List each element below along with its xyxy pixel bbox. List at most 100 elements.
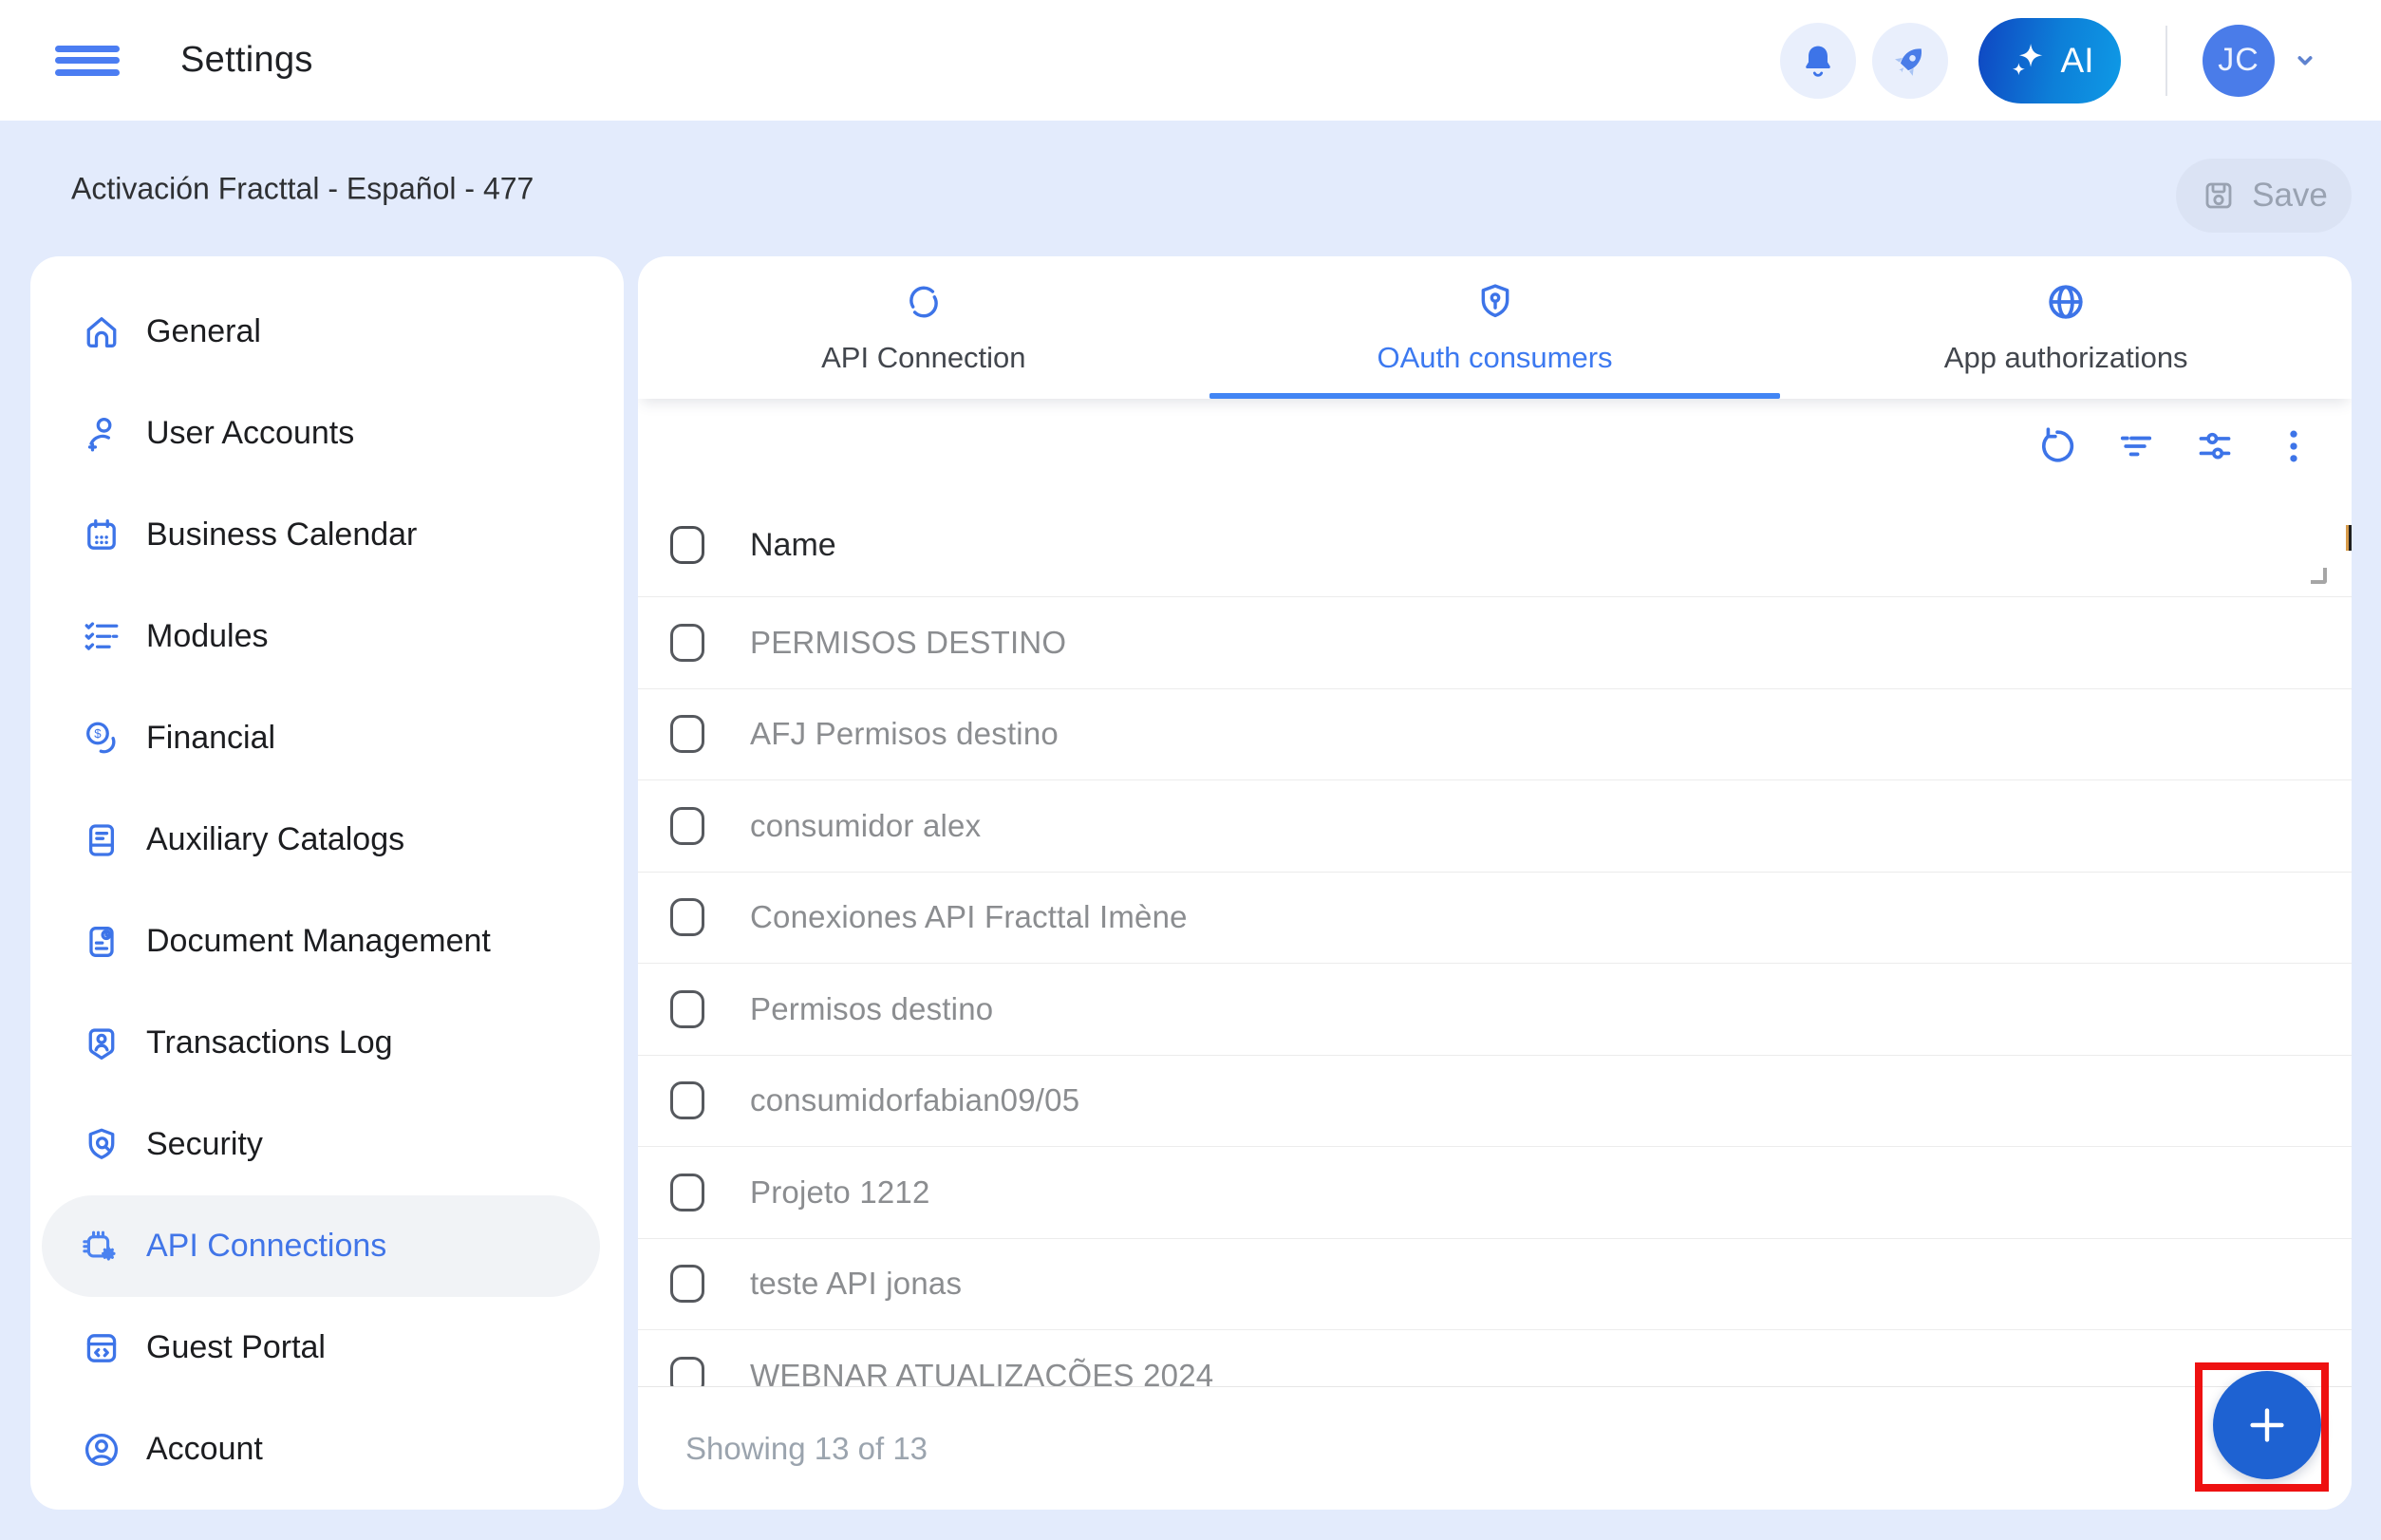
tab-api-connection[interactable]: API Connection (638, 256, 1209, 399)
resize-handle[interactable] (2311, 568, 2327, 584)
sidebar-item-user-accounts[interactable]: User Accounts (42, 383, 600, 484)
sidebar-item-label: Business Calendar (146, 516, 418, 553)
user-menu[interactable]: JC (2203, 24, 2324, 97)
sidebar-item-label: Financial (146, 720, 276, 756)
svg-text:$: $ (94, 725, 102, 740)
sidebar-item-label: Guest Portal (146, 1329, 326, 1365)
save-button-label: Save (2252, 177, 2328, 214)
refresh-icon[interactable] (2035, 424, 2079, 468)
sidebar-item-label: User Accounts (146, 415, 355, 451)
plus-icon (2240, 1399, 2294, 1452)
table-header: Name (638, 494, 2352, 596)
sidebar-item-label: Security (146, 1126, 263, 1162)
chevron-down-icon (2286, 42, 2324, 80)
table-footer: Showing 13 of 13 (638, 1386, 2352, 1510)
ai-assistant-button[interactable]: AI (1978, 17, 2121, 103)
sidebar-item-business-calendar[interactable]: Business Calendar (42, 484, 600, 586)
row-checkbox[interactable] (670, 1081, 704, 1120)
catalog-icon (81, 819, 122, 861)
api-chip-icon (81, 1226, 122, 1268)
sliders-icon[interactable] (2193, 424, 2237, 468)
sidebar-item-label: API Connections (146, 1228, 387, 1264)
shield-search-icon (81, 1124, 122, 1166)
notifications-button[interactable] (1780, 22, 1856, 99)
row-checkbox[interactable] (670, 989, 704, 1028)
row-name: Permisos destino (750, 990, 994, 1026)
row-name: Conexiones API Fracttal Imène (750, 899, 1188, 935)
kebab-menu-icon[interactable] (2272, 424, 2315, 468)
ai-button-label: AI (2060, 40, 2094, 80)
sidebar-item-modules[interactable]: Modules (42, 586, 600, 687)
table-row[interactable]: Projeto 1212 (638, 1146, 2352, 1238)
table-row[interactable]: AFJ Permisos destino (638, 687, 2352, 780)
row-name: AFJ Permisos destino (750, 716, 1059, 752)
sidebar-item-document-management[interactable]: Document Management (42, 891, 600, 992)
page-title: Settings (180, 40, 313, 80)
sidebar-item-financial[interactable]: $ Financial (42, 687, 600, 789)
sidebar-item-label: Document Management (146, 923, 491, 959)
add-button[interactable] (2213, 1371, 2321, 1479)
row-name: teste API jonas (750, 1266, 963, 1302)
breadcrumb: Activación Fracttal - Español - 477 (71, 171, 534, 205)
avatar: JC (2203, 24, 2275, 97)
row-checkbox[interactable] (670, 806, 704, 845)
row-name: consumidorfabian09/05 (750, 1082, 1080, 1118)
tab-label: App authorizations (1943, 341, 2188, 374)
guest-portal-icon (81, 1327, 122, 1369)
row-checkbox[interactable] (670, 898, 704, 937)
sparkle-icon (2006, 39, 2050, 83)
active-tab-underline (1209, 393, 1781, 399)
row-checkbox[interactable] (670, 1173, 704, 1211)
whats-new-button[interactable] (1872, 22, 1948, 99)
menu-icon[interactable] (55, 45, 120, 76)
select-all-checkbox[interactable] (670, 526, 704, 564)
sidebar-item-security[interactable]: Security (42, 1094, 600, 1195)
row-checkbox[interactable] (670, 1265, 704, 1304)
column-edge-marker (2346, 525, 2352, 551)
transactions-icon (81, 1023, 122, 1064)
save-icon (2200, 177, 2238, 215)
row-checkbox[interactable] (670, 715, 704, 754)
sidebar-item-api-connections[interactable]: API Connections (42, 1195, 600, 1297)
sidebar-item-account[interactable]: Account (42, 1399, 600, 1500)
filter-icon[interactable] (2114, 424, 2158, 468)
table-row[interactable]: consumidor alex (638, 779, 2352, 872)
row-checkbox[interactable] (670, 623, 704, 662)
table-row[interactable]: Conexiones API Fracttal Imène (638, 871, 2352, 964)
sidebar-item-guest-portal[interactable]: Guest Portal (42, 1297, 600, 1399)
sidebar-item-label: Auxiliary Catalogs (146, 821, 405, 857)
tab-bar: API Connection OAuth consumers App autho… (638, 256, 2352, 399)
table-row[interactable]: PERMISOS DESTINO (638, 596, 2352, 688)
user-add-icon (81, 413, 122, 455)
row-checkbox[interactable] (670, 1356, 704, 1386)
settings-sidebar: General User Accounts Business Calendar (30, 256, 624, 1510)
api-connections-panel: API Connection OAuth consumers App autho… (638, 256, 2352, 1510)
table-toolbar (638, 399, 2352, 494)
coins-icon: $ (81, 718, 122, 760)
globe-icon (2044, 280, 2088, 324)
table-row[interactable]: consumidorfabian09/05 (638, 1054, 2352, 1147)
tab-oauth-consumers[interactable]: OAuth consumers (1209, 256, 1781, 399)
rocket-icon (1889, 40, 1931, 82)
sidebar-item-label: Modules (146, 618, 269, 654)
column-header-name: Name (750, 526, 836, 563)
api-connection-icon (902, 280, 946, 324)
header-actions: AI JC (1780, 17, 2324, 103)
row-name: PERMISOS DESTINO (750, 624, 1067, 660)
calendar-icon (81, 515, 122, 556)
sub-header: Activación Fracttal - Español - 477 Save (0, 121, 2381, 256)
sidebar-item-label: General (146, 313, 261, 349)
table-row[interactable]: Permisos destino (638, 963, 2352, 1055)
sidebar-item-general[interactable]: General (42, 281, 600, 383)
table-row[interactable]: WEBNAR ATUALIZAÇÕES 2024 (638, 1329, 2352, 1386)
sidebar-item-transactions-log[interactable]: Transactions Log (42, 992, 600, 1094)
table-row[interactable]: teste API jonas (638, 1237, 2352, 1330)
home-icon (81, 311, 122, 353)
save-button[interactable]: Save (2176, 159, 2352, 233)
sidebar-item-auxiliary-catalogs[interactable]: Auxiliary Catalogs (42, 789, 600, 891)
checklist-icon (81, 616, 122, 658)
app-header: Settings AI JC (0, 0, 2381, 121)
row-name: WEBNAR ATUALIZAÇÕES 2024 (750, 1357, 1214, 1386)
tab-app-authorizations[interactable]: App authorizations (1780, 256, 2352, 399)
row-name: consumidor alex (750, 807, 982, 843)
